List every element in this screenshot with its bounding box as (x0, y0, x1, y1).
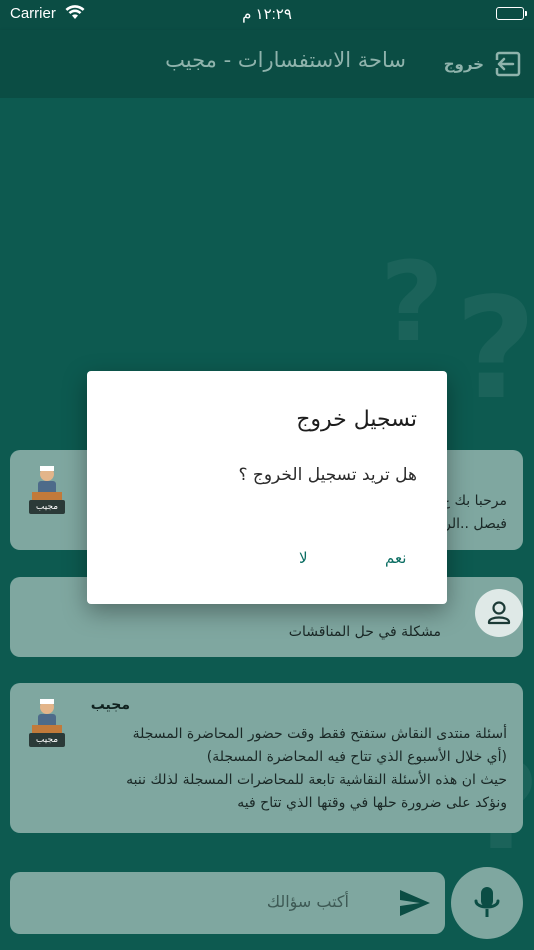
logout-dialog: تسجيل خروج هل تريد تسجيل الخروج ؟ نعم لا (87, 371, 447, 604)
dialog-title: تسجيل خروج (296, 407, 417, 432)
confirm-logout-button[interactable]: نعم (385, 549, 406, 567)
dialog-message: هل تريد تسجيل الخروج ؟ (238, 465, 417, 485)
cancel-logout-button[interactable]: لا (299, 549, 308, 567)
